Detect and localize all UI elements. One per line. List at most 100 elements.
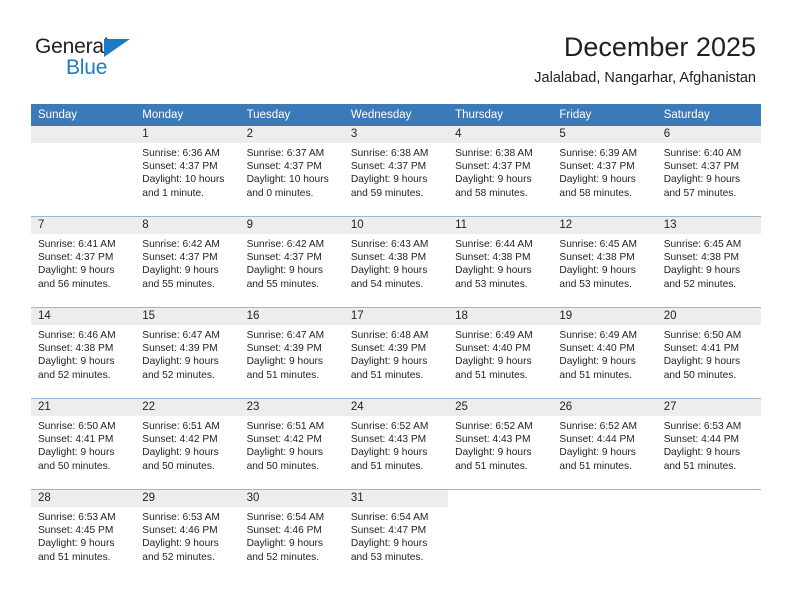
calendar-week-row: 21 Sunrise: 6:50 AM Sunset: 4:41 PM Dayligh… <box>31 398 761 490</box>
calendar-day-cell[interactable]: 24 Sunrise: 6:52 AM Sunset: 4:43 PM Dayligh… <box>343 398 449 490</box>
sunset-time: Sunset: 4:38 PM <box>663 252 740 264</box>
day-cell-content: 31 Sunrise: 6:54 AM Sunset: 4:47 PM Dayligh… <box>343 490 449 580</box>
calendar-day-cell[interactable]: 23 Sunrise: 6:51 AM Sunset: 4:42 PM Dayligh… <box>239 398 344 490</box>
calendar-day-cell[interactable]: 2 Sunrise: 6:37 AM Sunset: 4:37 PM Daylight… <box>239 126 344 217</box>
sunset-time: Sunset: 4:42 PM <box>246 434 322 446</box>
day-number: 25 <box>448 399 553 416</box>
day-number: 13 <box>656 217 761 234</box>
day-cell-content <box>31 126 136 216</box>
day-sun-info: Sunrise: 6:39 AM Sunset: 4:37 PM Daylight:… <box>552 143 656 200</box>
calendar-day-cell[interactable]: 20 Sunrise: 6:50 AM Sunset: 4:41 PM Dayligh… <box>656 307 761 399</box>
day-sun-info: Sunrise: 6:42 AM Sunset: 4:37 PM Daylight:… <box>135 234 239 291</box>
daylight-duration-line1: Daylight: 9 hours <box>38 538 115 550</box>
day-sun-info: Sunrise: 6:45 AM Sunset: 4:38 PM Daylight:… <box>657 234 761 291</box>
calendar-day-cell[interactable]: 15 Sunrise: 6:47 AM Sunset: 4:39 PM Dayligh… <box>135 307 240 399</box>
calendar-day-cell[interactable]: 19 Sunrise: 6:49 AM Sunset: 4:40 PM Dayligh… <box>552 307 657 399</box>
day-cell-content: 28 Sunrise: 6:53 AM Sunset: 4:45 PM Dayligh… <box>31 490 136 580</box>
day-number <box>448 490 553 507</box>
daylight-duration-line2: and 51 minutes. <box>350 369 424 381</box>
calendar-day-cell[interactable]: 26 Sunrise: 6:52 AM Sunset: 4:44 PM Dayligh… <box>552 398 657 490</box>
day-cell-content <box>656 490 761 580</box>
day-number: 16 <box>239 308 344 325</box>
day-cell-content: 5 Sunrise: 6:39 AM Sunset: 4:37 PM Daylight… <box>552 126 657 216</box>
daylight-duration-line2: and 51 minutes. <box>350 460 424 472</box>
calendar-day-cell[interactable]: 1 Sunrise: 6:36 AM Sunset: 4:37 PM Daylight… <box>135 126 240 217</box>
day-number: 26 <box>552 399 657 416</box>
day-cell-content: 8 Sunrise: 6:42 AM Sunset: 4:37 PM Daylight… <box>135 217 240 307</box>
calendar-day-cell[interactable]: 3 Sunrise: 6:38 AM Sunset: 4:37 PM Daylight… <box>343 126 449 217</box>
sunset-time: Sunset: 4:44 PM <box>559 434 635 446</box>
sunset-time: Sunset: 4:38 PM <box>350 252 427 264</box>
calendar-day-cell[interactable]: 21 Sunrise: 6:50 AM Sunset: 4:41 PM Dayligh… <box>31 398 136 490</box>
calendar-day-cell[interactable]: 17 Sunrise: 6:48 AM Sunset: 4:39 PM Dayligh… <box>343 307 449 399</box>
day-number: 28 <box>31 490 136 507</box>
calendar-day-cell[interactable]: 11 Sunrise: 6:44 AM Sunset: 4:38 PM Dayligh… <box>448 216 553 308</box>
sunset-time: Sunset: 4:40 PM <box>455 343 531 355</box>
day-number: 31 <box>343 490 449 507</box>
day-number: 24 <box>343 399 449 416</box>
weekday-header-wednesday: Wednesday <box>343 104 449 126</box>
day-sun-info: Sunrise: 6:47 AM Sunset: 4:39 PM Daylight:… <box>135 325 239 382</box>
sunset-time: Sunset: 4:45 PM <box>38 525 114 537</box>
day-cell-content: 26 Sunrise: 6:52 AM Sunset: 4:44 PM Dayligh… <box>552 399 657 489</box>
daylight-duration-line1: Daylight: 9 hours <box>455 174 532 186</box>
daylight-duration-line1: Daylight: 9 hours <box>455 356 532 368</box>
daylight-duration-line2: and 51 minutes. <box>246 369 320 381</box>
daylight-duration-line2: and 53 minutes. <box>455 278 528 290</box>
sunset-time: Sunset: 4:37 PM <box>455 161 531 173</box>
calendar-day-cell[interactable]: 12 Sunrise: 6:45 AM Sunset: 4:38 PM Dayligh… <box>552 216 657 308</box>
sunrise-time: Sunrise: 6:50 AM <box>663 330 742 341</box>
daylight-duration-line1: Daylight: 9 hours <box>350 538 428 550</box>
weekday-header-sunday: Sunday <box>31 104 136 126</box>
calendar-day-cell[interactable]: 8 Sunrise: 6:42 AM Sunset: 4:37 PM Daylight… <box>135 216 240 308</box>
calendar-day-cell[interactable]: 22 Sunrise: 6:51 AM Sunset: 4:42 PM Dayligh… <box>135 398 240 490</box>
day-number: 4 <box>448 126 553 143</box>
calendar-day-cell[interactable]: 14 Sunrise: 6:46 AM Sunset: 4:38 PM Dayligh… <box>31 307 136 399</box>
logo-triangle-icon <box>104 39 130 57</box>
day-sun-info: Sunrise: 6:38 AM Sunset: 4:37 PM Daylight:… <box>448 143 552 200</box>
calendar-day-cell[interactable]: 9 Sunrise: 6:42 AM Sunset: 4:37 PM Daylight… <box>239 216 344 308</box>
daylight-duration-line2: and 52 minutes. <box>663 278 737 290</box>
calendar-day-cell[interactable]: 16 Sunrise: 6:47 AM Sunset: 4:39 PM Dayligh… <box>239 307 344 399</box>
daylight-duration-line1: Daylight: 9 hours <box>142 447 219 459</box>
sunset-time: Sunset: 4:37 PM <box>350 161 427 173</box>
calendar-day-cell[interactable]: 6 Sunrise: 6:40 AM Sunset: 4:37 PM Daylight… <box>656 126 761 217</box>
day-sun-info: Sunrise: 6:36 AM Sunset: 4:37 PM Daylight:… <box>135 143 239 200</box>
calendar-day-cell[interactable]: 7 Sunrise: 6:41 AM Sunset: 4:37 PM Daylight… <box>31 216 136 308</box>
day-sun-info: Sunrise: 6:53 AM Sunset: 4:45 PM Daylight:… <box>31 507 135 564</box>
day-number <box>31 126 136 143</box>
sunrise-time: Sunrise: 6:49 AM <box>559 330 637 341</box>
daylight-duration-line1: Daylight: 9 hours <box>142 265 219 277</box>
sunrise-time: Sunrise: 6:41 AM <box>38 239 116 250</box>
calendar-day-cell[interactable]: 29 Sunrise: 6:53 AM Sunset: 4:46 PM Dayligh… <box>135 489 240 580</box>
day-sun-info: Sunrise: 6:44 AM Sunset: 4:38 PM Daylight:… <box>448 234 552 291</box>
day-cell-content: 2 Sunrise: 6:37 AM Sunset: 4:37 PM Daylight… <box>239 126 344 216</box>
calendar-day-cell[interactable]: 13 Sunrise: 6:45 AM Sunset: 4:38 PM Dayligh… <box>656 216 761 308</box>
daylight-duration-line2: and 1 minute. <box>142 187 205 199</box>
daylight-duration-line2: and 53 minutes. <box>350 551 424 563</box>
day-sun-info: Sunrise: 6:51 AM Sunset: 4:42 PM Daylight:… <box>135 416 239 473</box>
calendar-day-cell[interactable]: 25 Sunrise: 6:52 AM Sunset: 4:43 PM Dayligh… <box>448 398 553 490</box>
sunset-time: Sunset: 4:38 PM <box>559 252 635 264</box>
day-sun-info: Sunrise: 6:54 AM Sunset: 4:46 PM Daylight:… <box>240 507 344 564</box>
day-cell-content: 21 Sunrise: 6:50 AM Sunset: 4:41 PM Dayligh… <box>31 399 136 489</box>
calendar-day-cell[interactable]: 10 Sunrise: 6:43 AM Sunset: 4:38 PM Dayligh… <box>343 216 449 308</box>
calendar-day-cell[interactable]: 4 Sunrise: 6:38 AM Sunset: 4:37 PM Daylight… <box>448 126 553 217</box>
daylight-duration-line1: Daylight: 9 hours <box>246 447 324 459</box>
sunset-time: Sunset: 4:39 PM <box>142 343 218 355</box>
daylight-duration-line2: and 50 minutes. <box>142 460 215 472</box>
calendar-day-cell[interactable]: 18 Sunrise: 6:49 AM Sunset: 4:40 PM Dayligh… <box>448 307 553 399</box>
sunset-time: Sunset: 4:38 PM <box>38 343 114 355</box>
calendar-day-cell[interactable]: 5 Sunrise: 6:39 AM Sunset: 4:37 PM Daylight… <box>552 126 657 217</box>
calendar-day-cell[interactable]: 31 Sunrise: 6:54 AM Sunset: 4:47 PM Dayligh… <box>343 489 449 580</box>
day-cell-content: 20 Sunrise: 6:50 AM Sunset: 4:41 PM Dayligh… <box>656 308 761 398</box>
calendar-day-cell[interactable]: 27 Sunrise: 6:53 AM Sunset: 4:44 PM Dayligh… <box>656 398 761 490</box>
calendar-day-cell[interactable]: 30 Sunrise: 6:54 AM Sunset: 4:46 PM Dayligh… <box>239 489 344 580</box>
daylight-duration-line1: Daylight: 9 hours <box>246 265 324 277</box>
sunset-time: Sunset: 4:37 PM <box>246 252 322 264</box>
day-sun-info: Sunrise: 6:38 AM Sunset: 4:37 PM Daylight:… <box>344 143 448 200</box>
logo-text-general: General <box>35 35 109 58</box>
calendar-day-cell[interactable]: 28 Sunrise: 6:53 AM Sunset: 4:45 PM Dayligh… <box>31 489 136 580</box>
day-cell-content: 13 Sunrise: 6:45 AM Sunset: 4:38 PM Dayligh… <box>656 217 761 307</box>
daylight-duration-line1: Daylight: 9 hours <box>663 265 741 277</box>
